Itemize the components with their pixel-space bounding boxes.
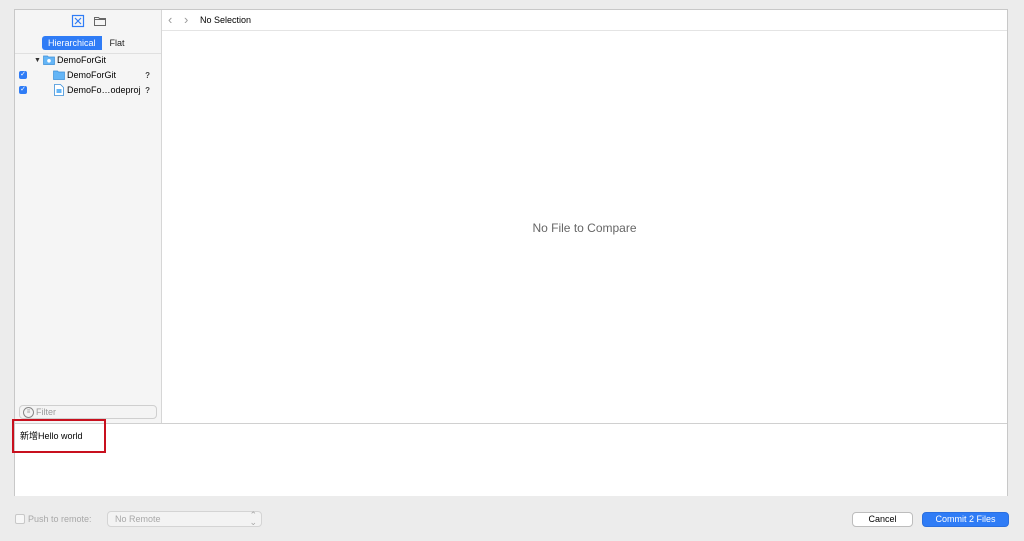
cancel-button[interactable]: Cancel — [852, 512, 913, 527]
tree-item-label: DemoForGit — [57, 55, 107, 65]
tab-hierarchical[interactable]: Hierarchical — [42, 36, 102, 50]
tree-row-folder[interactable]: ✓ DemoForGit ? — [15, 68, 161, 83]
tree-row-xcodeproj[interactable]: ✓ DemoFo…odeproj ? — [15, 83, 161, 98]
annotation-highlight-box — [12, 419, 106, 453]
sidebar: Hierarchical Flat ▼ DemoForGit ✓ DemoFor… — [15, 10, 162, 423]
view-mode-segmented-control: Hierarchical Flat — [42, 36, 133, 50]
tree-item-label: DemoForGit — [67, 70, 117, 80]
sidebar-toolbar — [15, 10, 161, 32]
comparison-view: No File to Compare — [162, 31, 1007, 423]
commit-window: Hierarchical Flat ▼ DemoForGit ✓ DemoFor… — [14, 9, 1008, 496]
include-checkbox[interactable]: ✓ — [19, 71, 27, 79]
commit-button[interactable]: Commit 2 Files — [922, 512, 1009, 527]
forward-arrow-icon[interactable]: › — [184, 12, 188, 27]
remote-select-value: No Remote — [115, 514, 161, 524]
filter-placeholder: Filter — [36, 407, 56, 417]
empty-state-message: No File to Compare — [532, 221, 637, 235]
folder-icon — [53, 70, 65, 80]
jump-bar-title: No Selection — [200, 15, 252, 25]
jump-bar: ‹ › No Selection — [162, 10, 1007, 31]
back-arrow-icon[interactable]: ‹ — [168, 12, 172, 27]
disclosure-triangle-icon[interactable]: ▼ — [34, 53, 41, 68]
tree-row-project[interactable]: ▼ DemoForGit — [15, 53, 161, 68]
source-control-navigator-icon[interactable] — [71, 14, 85, 28]
project-icon — [43, 55, 55, 65]
tree-item-label: DemoFo…odeproj — [67, 85, 141, 95]
push-to-remote-checkbox[interactable] — [15, 514, 25, 524]
filter-icon: ≡ — [23, 407, 34, 418]
updown-chevron-icon: ⌃ ⌄ — [249, 510, 257, 527]
status-badge: ? — [145, 71, 150, 80]
xcodeproj-file-icon — [54, 84, 64, 96]
remote-select[interactable]: No Remote ⌃ ⌄ — [107, 511, 262, 527]
filter-field[interactable]: ≡ Filter — [19, 405, 157, 419]
status-badge: ? — [145, 86, 150, 95]
include-checkbox[interactable]: ✓ — [19, 86, 27, 94]
tab-flat[interactable]: Flat — [102, 36, 133, 50]
folder-navigator-icon[interactable] — [93, 14, 107, 28]
bottom-bar: Push to remote: No Remote ⌃ ⌄ Cancel Comm… — [0, 506, 1024, 534]
push-to-remote-label: Push to remote: — [28, 514, 92, 524]
commit-message-field[interactable]: 新增Hello world — [15, 423, 1007, 496]
